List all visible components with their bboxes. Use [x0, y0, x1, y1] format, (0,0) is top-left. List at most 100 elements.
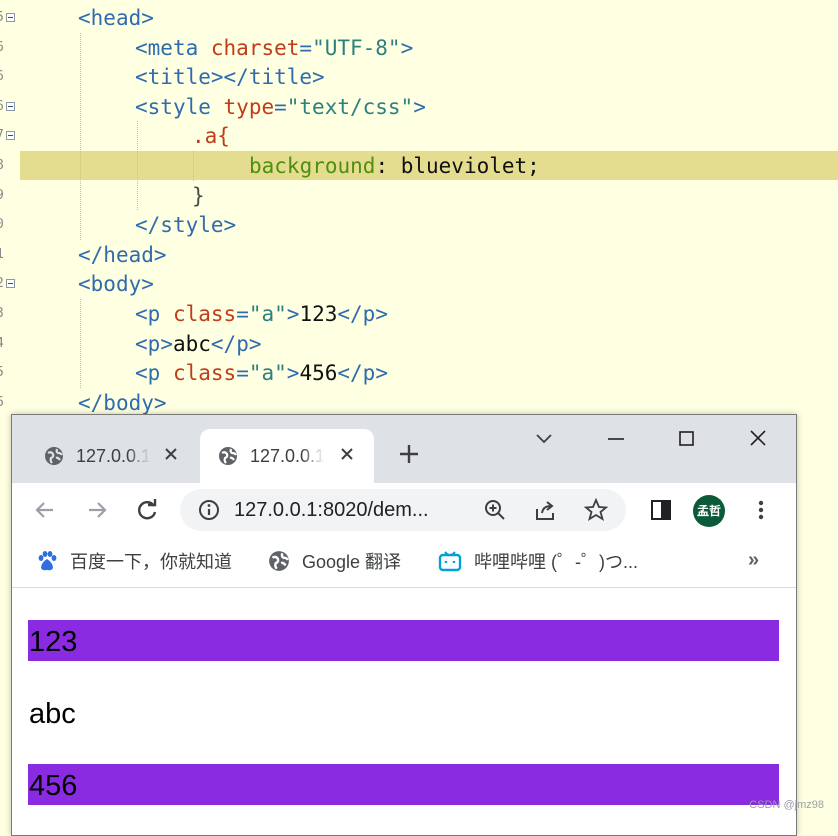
css-property: background	[249, 154, 376, 178]
address-bar[interactable]: 127.0.0.1:8020/dem...	[180, 489, 626, 531]
code-line: <p>abc</p>	[135, 329, 262, 359]
tag-bracket: <	[135, 302, 148, 326]
line-number: 5	[0, 3, 4, 33]
tag-bracket: >	[400, 35, 414, 60]
tag-bracket: >	[153, 390, 167, 415]
watermark: CSDN @jmz98	[749, 799, 824, 811]
info-icon[interactable]	[198, 499, 220, 521]
paragraph-plain: abc	[29, 698, 76, 730]
tag-name: title	[248, 65, 313, 90]
line-number: 6	[0, 92, 4, 122]
fold-toggle-icon[interactable]	[6, 13, 15, 22]
bookmark-label: 哔哩哔哩 (゜-゜)つ...	[474, 552, 638, 572]
tab-active[interactable]: 127.0.0.1:8020/demo	[200, 429, 374, 483]
indent-guide	[137, 121, 138, 211]
code-line: .a{	[192, 121, 230, 151]
minimize-icon[interactable]	[596, 425, 636, 453]
tag-name: style	[160, 213, 224, 238]
attr-name: charset	[210, 35, 300, 60]
close-tab-icon[interactable]	[338, 445, 356, 463]
code-line: <meta charset="UTF-8">	[135, 33, 413, 63]
tag-bracket: </	[78, 390, 104, 415]
code-line: <p class="a">456</p>	[135, 358, 388, 388]
tab-search-chevron-icon[interactable]	[524, 425, 564, 453]
element-text: abc	[172, 331, 211, 356]
bookmark-star-icon[interactable]	[584, 498, 608, 522]
paragraph-class-a: 456	[28, 764, 779, 805]
maximize-icon[interactable]	[666, 425, 706, 453]
tag-bracket: >	[160, 331, 173, 356]
bookmark-label: Google 翻译	[302, 552, 402, 572]
tag-bracket: </	[337, 361, 363, 386]
attr-value: "UTF-8"	[312, 35, 401, 60]
fold-toggle-icon[interactable]	[6, 101, 15, 111]
tab-inactive[interactable]: 127.0.0.1:8020/demo	[30, 429, 198, 483]
tag-bracket: >	[223, 213, 237, 238]
tag-name: p	[147, 361, 161, 386]
line-number: 9	[0, 181, 4, 211]
reload-icon[interactable]	[134, 497, 160, 523]
tag-bracket: <	[135, 94, 148, 119]
close-tab-icon[interactable]	[162, 445, 180, 463]
tag-name: meta	[147, 35, 199, 60]
close-window-icon[interactable]	[738, 425, 778, 453]
tag-bracket: >	[248, 331, 262, 356]
tag-name: head	[103, 242, 154, 267]
back-arrow-icon[interactable]	[32, 497, 58, 523]
zoom-icon[interactable]	[484, 499, 506, 521]
css-selector: .a{	[192, 124, 230, 149]
line-number: 7	[0, 121, 4, 151]
profile-avatar[interactable]: 孟哲	[693, 495, 725, 527]
tag-bracket: >	[375, 361, 388, 386]
tag-name: p	[147, 331, 161, 356]
tag-bracket: </	[210, 331, 237, 356]
bookmarks-overflow-button[interactable]: »	[748, 547, 770, 573]
line-number: 6	[0, 388, 4, 418]
tag-bracket: >	[153, 242, 167, 267]
more-menu-icon[interactable]	[748, 497, 774, 523]
fold-toggle-icon[interactable]	[6, 279, 15, 289]
browser-toolbar: 127.0.0.1:8020/dem... 孟哲	[12, 483, 796, 537]
tag-bracket: <	[78, 272, 91, 297]
bookmark-label: 百度一下，你就知道	[70, 552, 232, 572]
tag-bracket: <	[135, 65, 148, 90]
code-line: <p class="a">123</p>	[135, 299, 388, 329]
tag-bracket: </	[135, 213, 161, 238]
bookmark-baidu[interactable]: 百度一下，你就知道	[36, 537, 232, 585]
fold-toggle-icon[interactable]	[6, 131, 15, 141]
line-number: 8	[0, 151, 4, 181]
element-text: 123	[299, 302, 338, 326]
share-icon[interactable]	[534, 499, 558, 521]
globe-icon	[219, 447, 237, 465]
url-text: 127.0.0.1:8020/dem...	[234, 499, 429, 521]
tab-title: 127.0.0.1:8020/demo	[76, 445, 150, 466]
tag-bracket: >	[141, 6, 154, 30]
code-line: background: blueviolet;	[249, 151, 540, 181]
element-text: 456	[299, 361, 338, 386]
attr-value: "text/css"	[286, 94, 414, 119]
browser-window[interactable]: 127.0.0.1:8020/demo 127.0.0.1:8020/demo	[11, 414, 797, 836]
line-number: 6	[0, 62, 4, 92]
side-panel-icon[interactable]	[648, 497, 674, 523]
line-number: 3	[0, 299, 4, 329]
colon: :	[375, 154, 401, 178]
code-line: <body>	[78, 269, 154, 299]
tag-bracket: </	[78, 242, 104, 267]
line-number: 2	[0, 269, 4, 299]
baidu-paw-icon	[38, 551, 57, 571]
indent-guide	[80, 32, 81, 240]
tag-name: head	[90, 6, 142, 30]
code-line: }	[192, 181, 205, 211]
tag-name: p	[362, 302, 376, 326]
tab-strip: 127.0.0.1:8020/demo 127.0.0.1:8020/demo	[12, 415, 796, 483]
bookmark-google-translate[interactable]: Google 翻译	[268, 537, 401, 585]
bookmark-bilibili[interactable]: 哔哩哔哩 (゜-゜)つ...	[438, 537, 638, 585]
globe-icon	[45, 447, 63, 465]
forward-arrow-icon[interactable]	[84, 497, 110, 523]
new-tab-icon[interactable]	[396, 441, 422, 467]
tag-bracket: >	[413, 94, 426, 119]
